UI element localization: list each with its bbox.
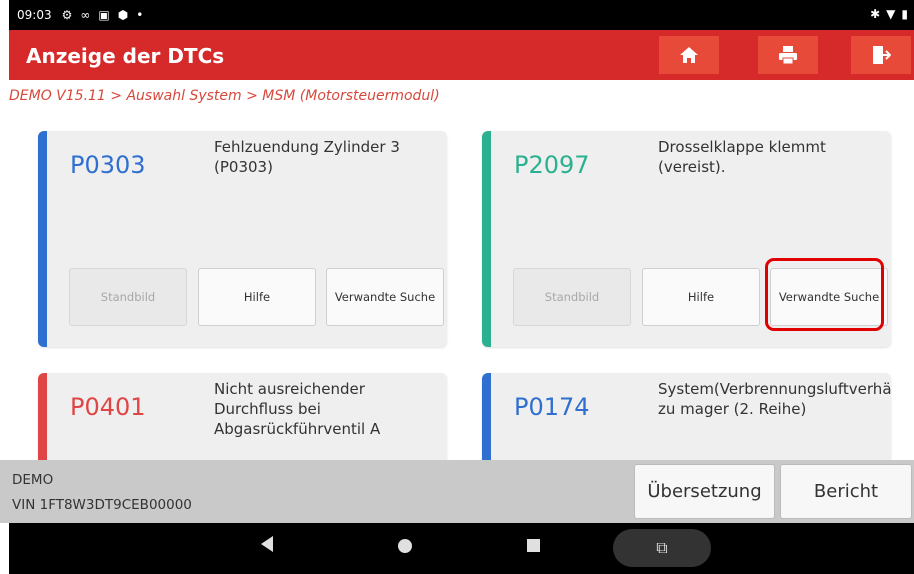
battery-icon: ▮ [901,7,908,21]
dtc-code: P2097 [514,151,590,179]
status-icons-right: ✱ ▼ ▮ [870,7,908,21]
card-stripe [482,131,491,347]
card-stripe [482,373,491,473]
standbild-button[interactable]: Standbild [69,268,187,326]
vin-label: VIN 1FT8W3DT9CEB00000 [12,497,192,513]
dtc-card-p0303[interactable]: P0303 Fehlzuendung Zylinder 3 (P0303) St… [38,131,447,347]
print-icon [779,46,797,65]
shield-icon: ⬢ [117,8,129,22]
vehicle-label: DEMO [12,472,54,488]
hilfe-button[interactable]: Hilfe [198,268,316,326]
dtc-card-p0174[interactable]: P0174 System(Verbrennungsluftverhältnis)… [482,373,891,473]
dtc-card-p0401[interactable]: P0401 Nicht ausreichender Durchfluss bei… [38,373,447,473]
home-button[interactable] [659,36,719,74]
title-bar: Anzeige der DTCs [9,30,914,80]
card-stripe [38,373,47,473]
navigation-bar: ⧉ [9,523,914,574]
dtc-description: System(Verbrennungsluftverhältnis) zu ma… [658,380,891,418]
home-icon [680,47,698,63]
breadcrumb: DEMO V15.11 > Auswahl System > MSM (Moto… [9,88,440,104]
exit-icon [873,46,891,64]
screenshot-icon: ⧉ [656,538,668,557]
bluetooth-icon: ✱ [870,7,881,21]
print-button[interactable] [758,36,818,74]
vehicle-info-bar: DEMO VIN 1FT8W3DT9CEB00000 Übersetzung B… [0,460,914,523]
report-button[interactable]: Bericht [780,464,912,519]
home-nav-icon[interactable] [398,539,412,553]
verwandte-suche-button[interactable]: Verwandte Suche [326,268,444,326]
gear-icon: ⚙ [61,8,73,22]
dtc-description: Nicht ausreichender Durchfluss bei Abgas… [214,380,381,438]
dot-icon: • [136,8,144,22]
exit-button[interactable] [851,36,911,74]
dtc-code: P0303 [70,151,146,179]
screenshot-button[interactable]: ⧉ [613,529,711,567]
wifi-icon: ▼ [886,7,896,21]
card-stripe [38,131,47,347]
dtc-code: P0174 [514,393,590,421]
gallery-icon: ▣ [98,8,110,22]
page-title: Anzeige der DTCs [26,44,225,68]
dtc-code: P0401 [70,393,146,421]
hilfe-button[interactable]: Hilfe [642,268,760,326]
dtc-description: Drosselklappe klemmt (vereist). [658,138,826,176]
voicemail-icon: ∞ [80,8,91,22]
translate-button[interactable]: Übersetzung [634,464,775,519]
status-time: 09:03 [17,8,52,22]
dtc-description: Fehlzuendung Zylinder 3 (P0303) [214,138,400,176]
standbild-button[interactable]: Standbild [513,268,631,326]
back-icon[interactable] [261,536,273,552]
recents-icon[interactable] [527,539,540,552]
status-bar: 09:03 ⚙ ∞ ▣ ⬢ • ✱ ▼ ▮ [9,0,914,30]
highlight-box [765,258,884,331]
screen: 09:03 ⚙ ∞ ▣ ⬢ • ✱ ▼ ▮ Anzeige der DTCs D… [0,0,914,574]
